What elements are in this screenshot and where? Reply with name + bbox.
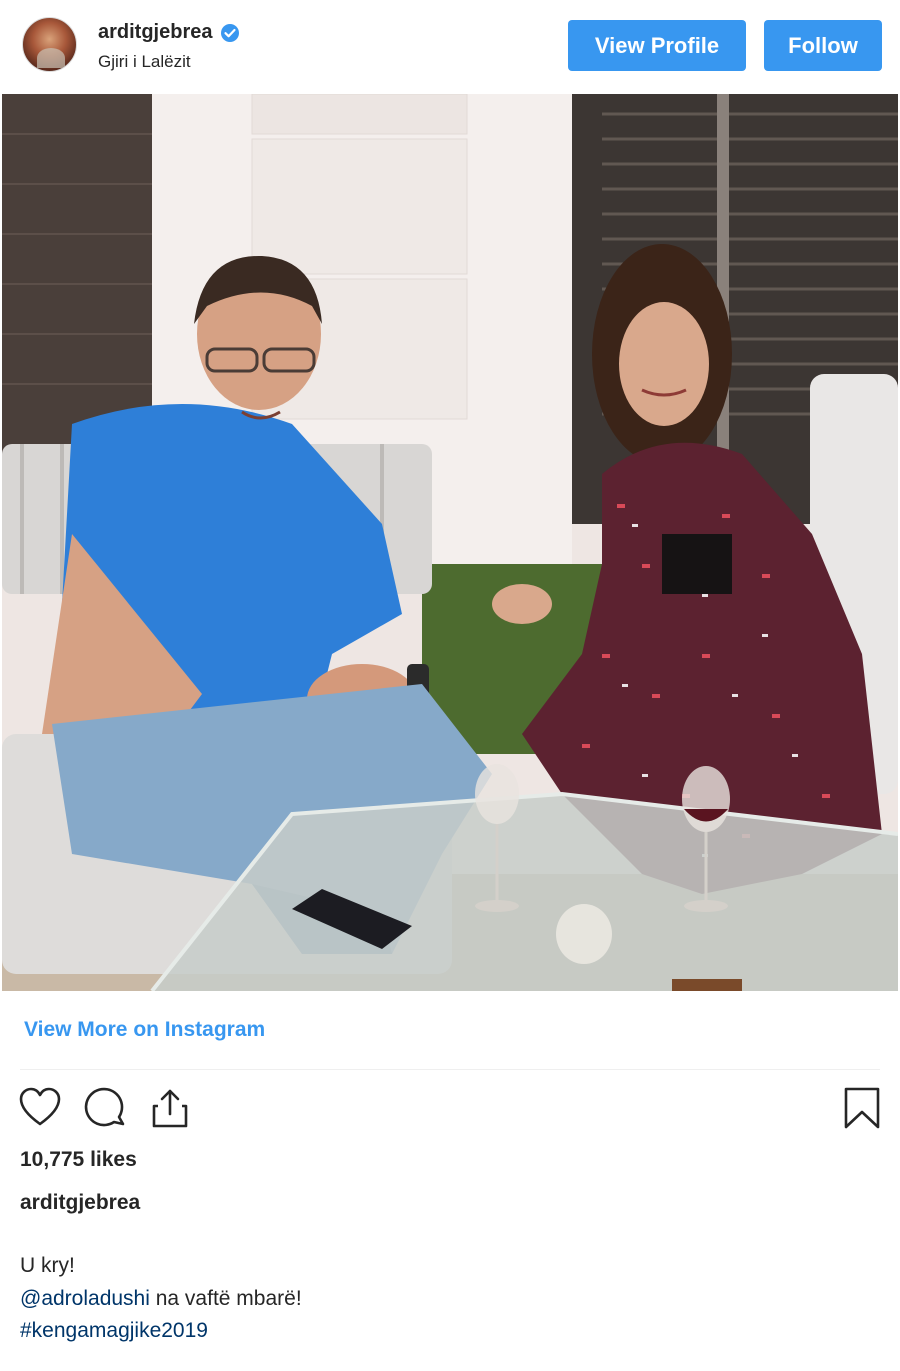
- comment-icon[interactable]: [84, 1086, 128, 1130]
- username-row: arditgjebrea: [98, 21, 240, 44]
- location-label[interactable]: Gjiri i Lalëzit: [98, 52, 191, 72]
- post-photo[interactable]: [2, 94, 898, 991]
- share-icon[interactable]: [148, 1086, 192, 1130]
- avatar[interactable]: [22, 17, 77, 72]
- follow-button[interactable]: Follow: [764, 20, 882, 71]
- caption-text: na vaftë mbarë!: [149, 1287, 302, 1310]
- divider: [20, 1069, 880, 1070]
- bookmark-icon[interactable]: [840, 1086, 884, 1130]
- likes-count[interactable]: 10,775 likes: [20, 1148, 137, 1172]
- view-profile-button[interactable]: View Profile: [568, 20, 746, 71]
- verified-badge-icon: [221, 23, 240, 42]
- photo-illustration: [2, 94, 898, 991]
- caption-line-3: #kengamagjike2019: [20, 1319, 208, 1343]
- mention-link[interactable]: @adroladushi: [20, 1287, 150, 1310]
- caption-line-2: @adroladushi na vaftë mbarë!: [20, 1287, 302, 1311]
- heart-icon[interactable]: [18, 1086, 62, 1130]
- username[interactable]: arditgjebrea: [98, 21, 212, 44]
- caption-line-1: U kry!: [20, 1254, 75, 1277]
- hashtag-link[interactable]: #kengamagjike2019: [20, 1319, 208, 1342]
- caption-username[interactable]: arditgjebrea: [20, 1191, 140, 1215]
- view-more-on-instagram-link[interactable]: View More on Instagram: [24, 1018, 265, 1042]
- post-header: arditgjebrea Gjiri i Lalëzit View Profil…: [0, 0, 900, 93]
